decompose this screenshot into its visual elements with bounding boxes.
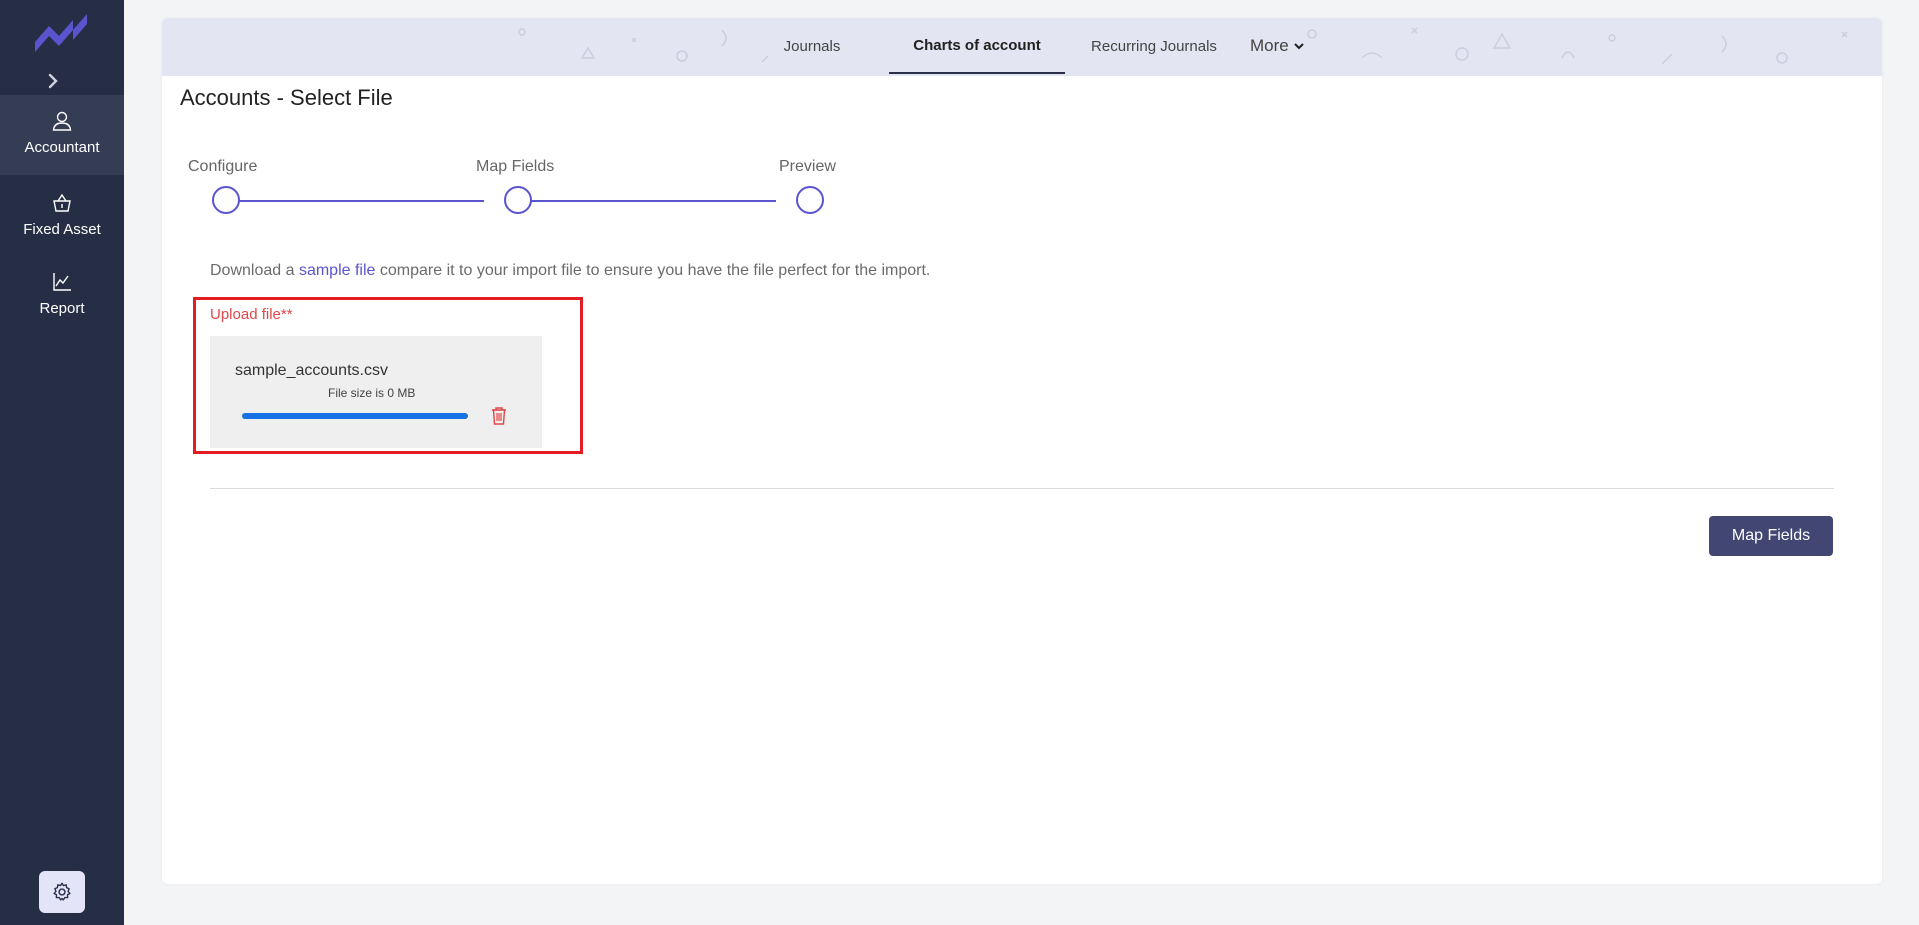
settings-button[interactable] bbox=[39, 871, 85, 913]
sample-file-link[interactable]: sample file bbox=[299, 262, 375, 279]
user-icon bbox=[52, 111, 72, 131]
app-logo-icon[interactable] bbox=[33, 12, 91, 54]
step-circle-preview[interactable] bbox=[796, 186, 824, 214]
upload-progress-bar bbox=[242, 413, 468, 419]
sidebar-item-label: Report bbox=[39, 300, 85, 317]
sidebar-item-report[interactable]: Report bbox=[0, 268, 124, 338]
sidebar-item-label: Fixed Asset bbox=[23, 221, 101, 238]
tab-journals[interactable]: Journals bbox=[752, 18, 872, 74]
step-circle-configure[interactable] bbox=[212, 186, 240, 214]
upload-file-label: Upload file** bbox=[210, 306, 293, 323]
map-fields-button[interactable]: Map Fields bbox=[1709, 516, 1833, 556]
chart-line-icon bbox=[53, 273, 71, 291]
step-label-map-fields: Map Fields bbox=[476, 158, 555, 175]
gear-icon bbox=[53, 882, 71, 901]
upload-progress-fill bbox=[242, 413, 468, 419]
info-prefix: Download a bbox=[210, 262, 299, 279]
chevron-right-icon[interactable] bbox=[44, 72, 62, 90]
sidebar-item-label: Accountant bbox=[24, 139, 100, 156]
sample-file-info: Download a sample file compare it to you… bbox=[210, 262, 930, 280]
stepper-line bbox=[222, 200, 484, 202]
tab-more[interactable]: More bbox=[1250, 18, 1330, 74]
divider bbox=[210, 488, 1834, 489]
step-label-configure: Configure bbox=[188, 158, 258, 175]
step-circle-map-fields[interactable] bbox=[504, 186, 532, 214]
tab-recurring-journals[interactable]: Recurring Journals bbox=[1074, 18, 1234, 74]
basket-icon bbox=[53, 193, 71, 212]
file-size: File size is 0 MB bbox=[328, 386, 416, 400]
page-title: Accounts - Select File bbox=[180, 85, 393, 110]
file-name: sample_accounts.csv bbox=[235, 362, 388, 379]
sidebar-item-fixed-asset[interactable]: Fixed Asset bbox=[0, 187, 124, 257]
step-label-preview: Preview bbox=[779, 158, 836, 175]
sidebar: Accountant Fixed Asset Report bbox=[0, 0, 124, 925]
uploaded-file-card: sample_accounts.csv File size is 0 MB bbox=[210, 336, 542, 448]
trash-icon[interactable] bbox=[490, 406, 508, 426]
tab-charts-of-account[interactable]: Charts of account bbox=[889, 18, 1065, 74]
chevron-down-icon bbox=[1294, 43, 1304, 50]
tab-more-label: More bbox=[1250, 36, 1289, 55]
top-navigation: Journals Charts of account Recurring Jou… bbox=[162, 18, 1882, 76]
main-content: Journals Charts of account Recurring Jou… bbox=[162, 18, 1882, 884]
info-suffix: compare it to your import file to ensure… bbox=[375, 262, 931, 279]
stepper-line bbox=[512, 200, 776, 202]
sidebar-item-accountant[interactable]: Accountant bbox=[0, 95, 124, 175]
